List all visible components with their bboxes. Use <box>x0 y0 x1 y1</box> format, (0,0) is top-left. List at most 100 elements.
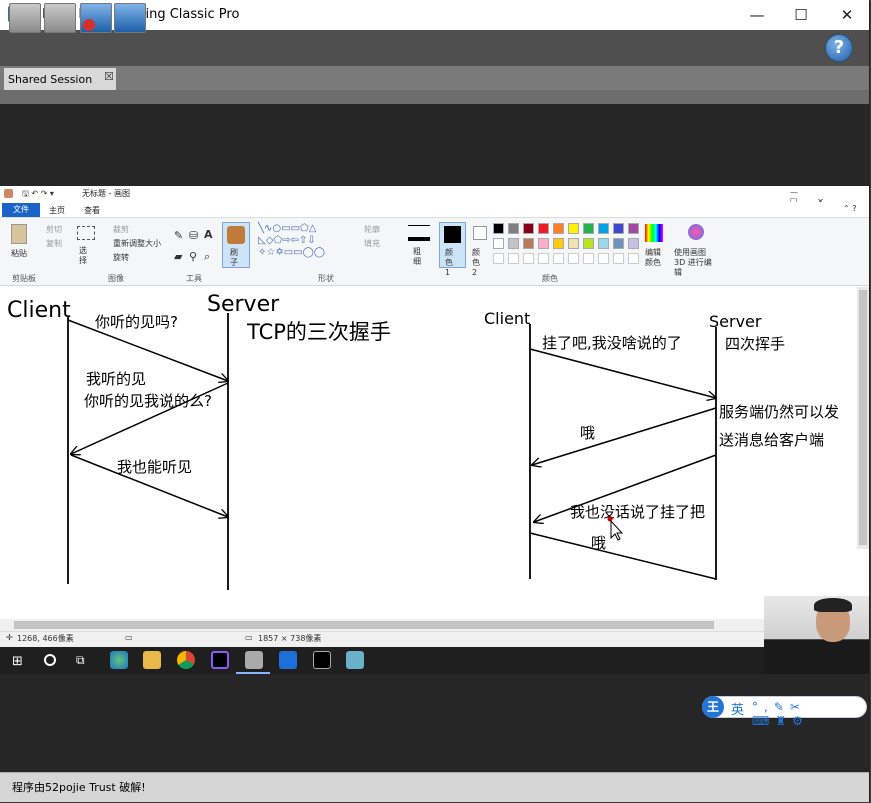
add-screen-icon[interactable] <box>9 3 41 33</box>
rotate-button[interactable]: 旋转 <box>113 252 129 263</box>
tab-shared-session[interactable]: Shared Session <box>4 68 116 90</box>
palette-empty-swatch[interactable] <box>628 253 639 264</box>
group-clipboard: 剪贴板 <box>12 274 36 283</box>
paste-icon[interactable] <box>11 224 27 244</box>
left-msg-3: 我也能听见 <box>117 458 192 476</box>
palette-swatch[interactable] <box>613 223 624 234</box>
notepad-icon[interactable] <box>346 651 364 669</box>
close-button[interactable]: ✕ <box>825 0 869 30</box>
palette-empty-swatch[interactable] <box>538 253 549 264</box>
canvas-hscroll-thumb[interactable] <box>14 621 714 629</box>
tab-file[interactable]: 文件 <box>2 203 40 217</box>
select-icon[interactable] <box>77 226 95 240</box>
outline-button[interactable]: 轮廓 <box>364 224 380 235</box>
palette-empty-swatch[interactable] <box>598 253 609 264</box>
edit-colors-label[interactable]: 编辑颜色 <box>645 248 665 268</box>
palette-swatch[interactable] <box>598 238 609 249</box>
right-msg-4: 我也没话说了挂了把 <box>570 503 705 521</box>
chrome-icon[interactable] <box>177 651 195 669</box>
palette-swatch[interactable] <box>493 223 504 234</box>
palette-swatch[interactable] <box>523 223 534 234</box>
fullscreen-icon[interactable] <box>114 3 146 33</box>
brush-label: 刷子 <box>230 248 238 267</box>
stop-share-icon[interactable] <box>80 3 112 33</box>
palette-swatch[interactable] <box>553 223 564 234</box>
brush-icon <box>227 226 245 244</box>
ribbon-collapse-icon[interactable]: ⌃ ? <box>843 204 857 213</box>
text-tool-icon[interactable]: A <box>204 228 213 241</box>
help-button[interactable]: ? <box>825 34 853 62</box>
select-label[interactable]: 选择 <box>79 246 89 266</box>
group-image: 图像 <box>108 274 124 283</box>
palette-swatch[interactable] <box>628 223 639 234</box>
magnifier-icon[interactable]: ⌕ <box>204 250 210 264</box>
tab-home[interactable]: 主页 <box>49 205 65 216</box>
palette-empty-swatch[interactable] <box>613 253 624 264</box>
palette-swatch[interactable] <box>568 238 579 249</box>
fill-icon[interactable]: ⛁ <box>189 229 198 242</box>
color-palette[interactable] <box>493 223 643 268</box>
palette-swatch[interactable] <box>553 238 564 249</box>
crop-button[interactable]: 裁剪 <box>113 224 129 235</box>
paint-canvas[interactable]: Client Server TCP的三次握手 你听的见吗? 我听的见 你听的见我… <box>2 287 857 619</box>
palette-empty-swatch[interactable] <box>523 253 534 264</box>
pencil-icon[interactable]: ✎ <box>174 229 183 242</box>
color2-swatch[interactable] <box>473 226 487 240</box>
terminal-icon[interactable] <box>313 651 331 669</box>
task-view-icon[interactable]: ⧉ <box>76 653 85 668</box>
palette-swatch[interactable] <box>583 238 594 249</box>
palette-empty-swatch[interactable] <box>508 253 519 264</box>
color2-label[interactable]: 颜色 2 <box>472 248 482 278</box>
minimize-button[interactable]: — <box>735 0 779 30</box>
palette-swatch[interactable] <box>598 223 609 234</box>
color-picker-icon[interactable]: ⚲ <box>189 250 197 263</box>
add-participant-icon[interactable] <box>44 3 76 33</box>
search-circle-icon[interactable] <box>44 654 56 666</box>
paint3d-icon[interactable] <box>688 224 704 240</box>
palette-swatch[interactable] <box>508 238 519 249</box>
intellij-icon[interactable] <box>211 651 229 669</box>
ime-tool-icons[interactable]: °,✎✂⌨♜⚙ <box>752 700 862 728</box>
palette-swatch[interactable] <box>523 238 534 249</box>
tab-close-icon[interactable]: ☒ <box>104 70 114 83</box>
palette-swatch[interactable] <box>583 223 594 234</box>
file-explorer-icon[interactable] <box>143 651 161 669</box>
paste-label[interactable]: 粘贴 <box>11 248 27 259</box>
palette-swatch[interactable] <box>613 238 624 249</box>
eraser-icon[interactable]: ▰ <box>174 250 182 263</box>
shapes-gallery[interactable]: ╲∿○▭▭⬠△ ◺◇⬠⇨⇦⇧⇩ ✧☆✡▭▭◯◯ <box>258 223 358 259</box>
edit-colors-icon[interactable] <box>645 224 663 242</box>
palette-swatch[interactable] <box>508 223 519 234</box>
size-label[interactable]: 粗细 <box>413 247 423 267</box>
palette-empty-swatch[interactable] <box>568 253 579 264</box>
palette-empty-swatch[interactable] <box>583 253 594 264</box>
right-title: 四次挥手 <box>725 335 785 353</box>
copy-button[interactable]: 复制 <box>46 238 62 249</box>
palette-swatch[interactable] <box>538 223 549 234</box>
pycharm-icon[interactable] <box>279 651 297 669</box>
size-icon[interactable] <box>408 225 430 241</box>
paint-app-icon <box>4 189 13 198</box>
palette-empty-swatch[interactable] <box>493 253 504 264</box>
palette-swatch[interactable] <box>628 238 639 249</box>
palette-swatch[interactable] <box>568 223 579 234</box>
palette-empty-swatch[interactable] <box>553 253 564 264</box>
windows-start-icon[interactable]: ⊞ <box>12 654 23 669</box>
ime-logo-icon[interactable]: 王 <box>702 696 724 718</box>
paint3d-label[interactable]: 使用画图 3D 进行编辑 <box>674 248 718 278</box>
maximize-button[interactable]: ☐ <box>779 0 823 30</box>
paint-icon[interactable] <box>245 651 263 669</box>
left-msg-2a: 我听的见 <box>86 370 146 388</box>
palette-swatch[interactable] <box>538 238 549 249</box>
resize-button[interactable]: 重新调整大小 <box>113 238 161 249</box>
cut-button[interactable]: 剪切 <box>46 224 62 235</box>
cursor-position: 1268, 466像素 <box>17 634 74 643</box>
palette-swatch[interactable] <box>493 238 504 249</box>
fill-button[interactable]: 填充 <box>364 238 380 249</box>
canvas-vscroll-thumb[interactable] <box>859 290 867 545</box>
quick-access-icons[interactable]: 🖫 ↶ ↷ ▾ <box>22 188 54 202</box>
selection-icon: ▭ <box>125 633 133 642</box>
ime-lang-toggle[interactable]: 英 <box>731 699 744 718</box>
tab-view[interactable]: 查看 <box>84 205 100 216</box>
edge-icon[interactable] <box>110 651 128 669</box>
